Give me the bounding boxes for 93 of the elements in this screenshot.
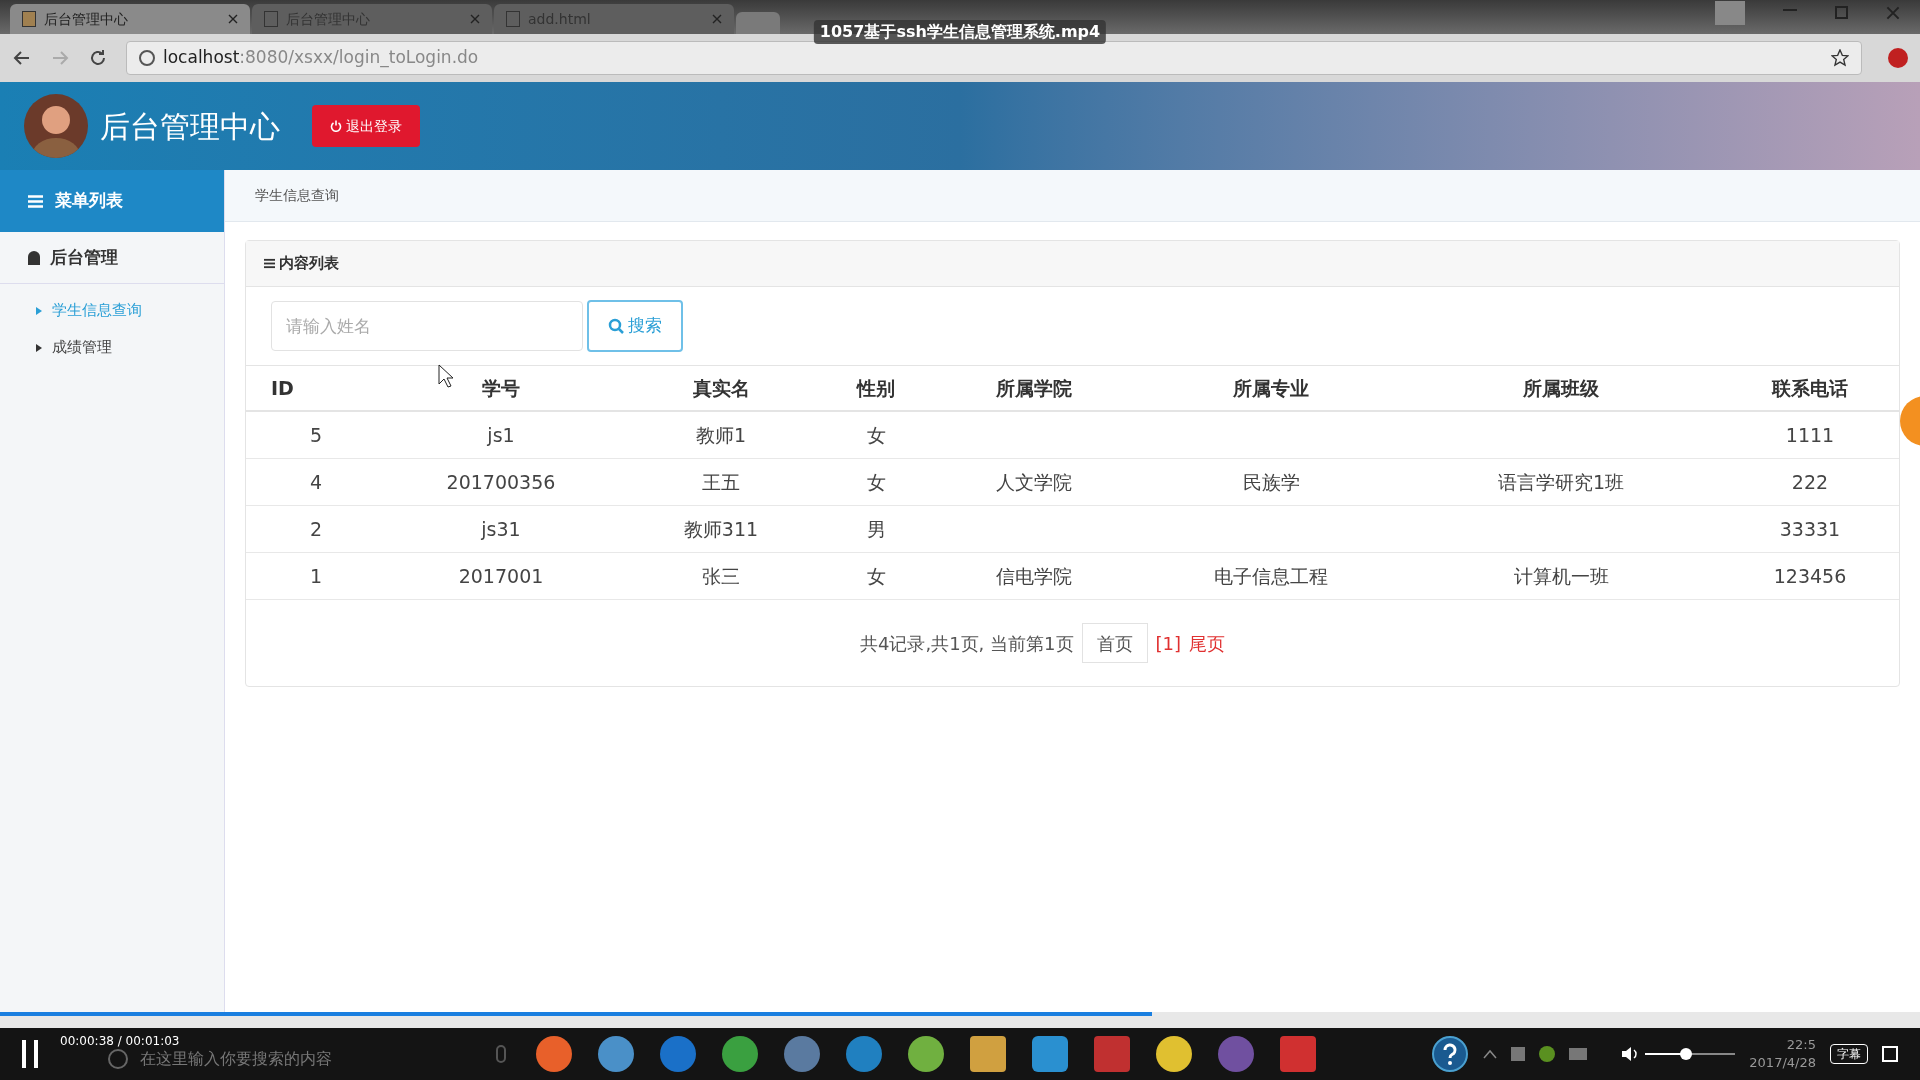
first-page-button[interactable]: 首页 [1081,623,1148,663]
close-icon[interactable] [712,14,722,24]
user-icon [28,250,40,265]
table-cell: 信电学院 [995,564,1072,587]
search-field[interactable]: 请输入姓名 [271,301,583,351]
table-cell: 男 [866,517,886,540]
page-summary: 共4记录,共1页, 当前第1页 [860,631,1074,656]
sidebar-title: 菜单列表 [55,189,123,213]
video-title: 1057基于ssh学生信息管理系统.mp4 [813,20,1107,44]
exit-fullscreen-icon[interactable] [1882,1046,1898,1062]
table-cell: 女 [866,564,886,587]
table-cell: 4 [309,470,323,493]
cursor-icon [438,364,454,388]
app-icon[interactable] [722,1036,758,1072]
clock-date: 2017/4/28 [1749,1054,1816,1072]
microphone-icon[interactable] [496,1045,506,1063]
breadcrumb[interactable]: 学生信息查询 [255,185,339,206]
table-cell: 电子信息工程 [1214,564,1328,587]
table-cell: 201700356 [446,470,556,493]
volume-slider[interactable] [1645,1047,1736,1061]
caret-icon [36,306,42,315]
table-cell: 33331 [1779,517,1841,540]
table-cell: js31 [481,517,521,540]
app-icon[interactable] [598,1036,634,1072]
taskbar-search[interactable]: 在这里输入你要搜索的内容 [140,1047,332,1071]
info-icon [139,50,155,66]
menu-group[interactable]: 后台管理 [0,232,224,284]
table-cell: 计算机一班 [1513,564,1609,587]
column-header[interactable]: 所属班级 [1401,373,1721,403]
table-cell: 张三 [702,564,740,587]
table-cell: 女 [866,423,886,446]
close-icon[interactable] [228,14,238,24]
pause-icon[interactable] [22,1040,40,1068]
chevron-icon[interactable] [1483,1049,1498,1059]
last-page-link[interactable]: 尾页 [1189,629,1225,657]
column-header[interactable]: 所属学院 [926,373,1141,403]
table-cell: 1111 [1785,423,1835,446]
table-cell: 语言学研究1班 [1497,470,1625,493]
column-header[interactable]: 所属专业 [1141,373,1401,403]
volume-icon[interactable] [1621,1046,1640,1062]
list-icon [264,258,275,269]
table-cell: 女 [866,470,886,493]
caret-icon [36,343,42,352]
close-icon[interactable] [1886,6,1900,20]
table-cell: 1 [309,564,323,587]
logout-button[interactable]: 退出登录 [312,105,420,147]
app-icon[interactable] [536,1036,572,1072]
column-header[interactable]: 真实名 [616,373,826,403]
panel-title: 内容列表 [279,253,339,275]
table-cell: 教师1 [695,423,747,446]
sidebar-item[interactable]: 成绩管理 [0,329,224,366]
column-header[interactable]: 联系电话 [1721,373,1899,403]
reload-icon[interactable] [88,48,108,68]
subtitle-button[interactable]: 字幕 [1830,1044,1868,1064]
close-icon[interactable] [470,14,480,24]
extension-icon[interactable] [1888,48,1908,68]
url-text: localhost:8080/xsxx/login_toLogin.do [163,46,479,70]
page-icon [506,11,520,27]
page-icon [264,11,278,27]
help-icon[interactable] [1431,1035,1470,1073]
table-cell: 2 [309,517,323,540]
app-icon[interactable] [1156,1036,1192,1072]
table-cell: 123456 [1773,564,1847,587]
table-cell: 222 [1791,470,1829,493]
power-icon [330,120,342,132]
column-header[interactable]: ID [246,373,386,403]
table-cell: 教师311 [683,517,759,540]
menu-group-label: 后台管理 [50,245,118,269]
favicon-icon [22,11,36,27]
app-icon[interactable] [908,1036,944,1072]
table-cell: 民族学 [1242,470,1300,493]
video-time: 00:00:38 / 00:01:03 [60,1033,180,1050]
table-cell: 5 [309,423,323,446]
app-icon[interactable] [784,1036,820,1072]
address-bar[interactable]: localhost:8080/xsxx/login_toLogin.do [126,41,1862,75]
tray-icon[interactable] [1539,1046,1556,1062]
star-icon[interactable] [1831,49,1849,67]
cortana-icon[interactable] [108,1049,128,1069]
list-icon [28,193,43,209]
column-header[interactable]: 性别 [826,373,926,403]
video-progress-track[interactable] [0,1012,1920,1028]
app-icon[interactable] [846,1036,882,1072]
search-icon [608,318,624,334]
current-page[interactable]: [1] [1155,629,1181,657]
clock-time: 22:5 [1786,1036,1816,1054]
column-header[interactable]: 学号 [386,373,616,403]
browser-tab[interactable]: 后台管理中心 [10,4,250,34]
site-title: 后台管理中心 [100,107,280,146]
table-cell: 人文学院 [995,470,1072,493]
table-cell: js1 [487,423,515,446]
volume-thumb[interactable] [1679,1048,1692,1060]
table-cell: 王五 [702,470,740,493]
table-cell: 2017001 [458,564,544,587]
